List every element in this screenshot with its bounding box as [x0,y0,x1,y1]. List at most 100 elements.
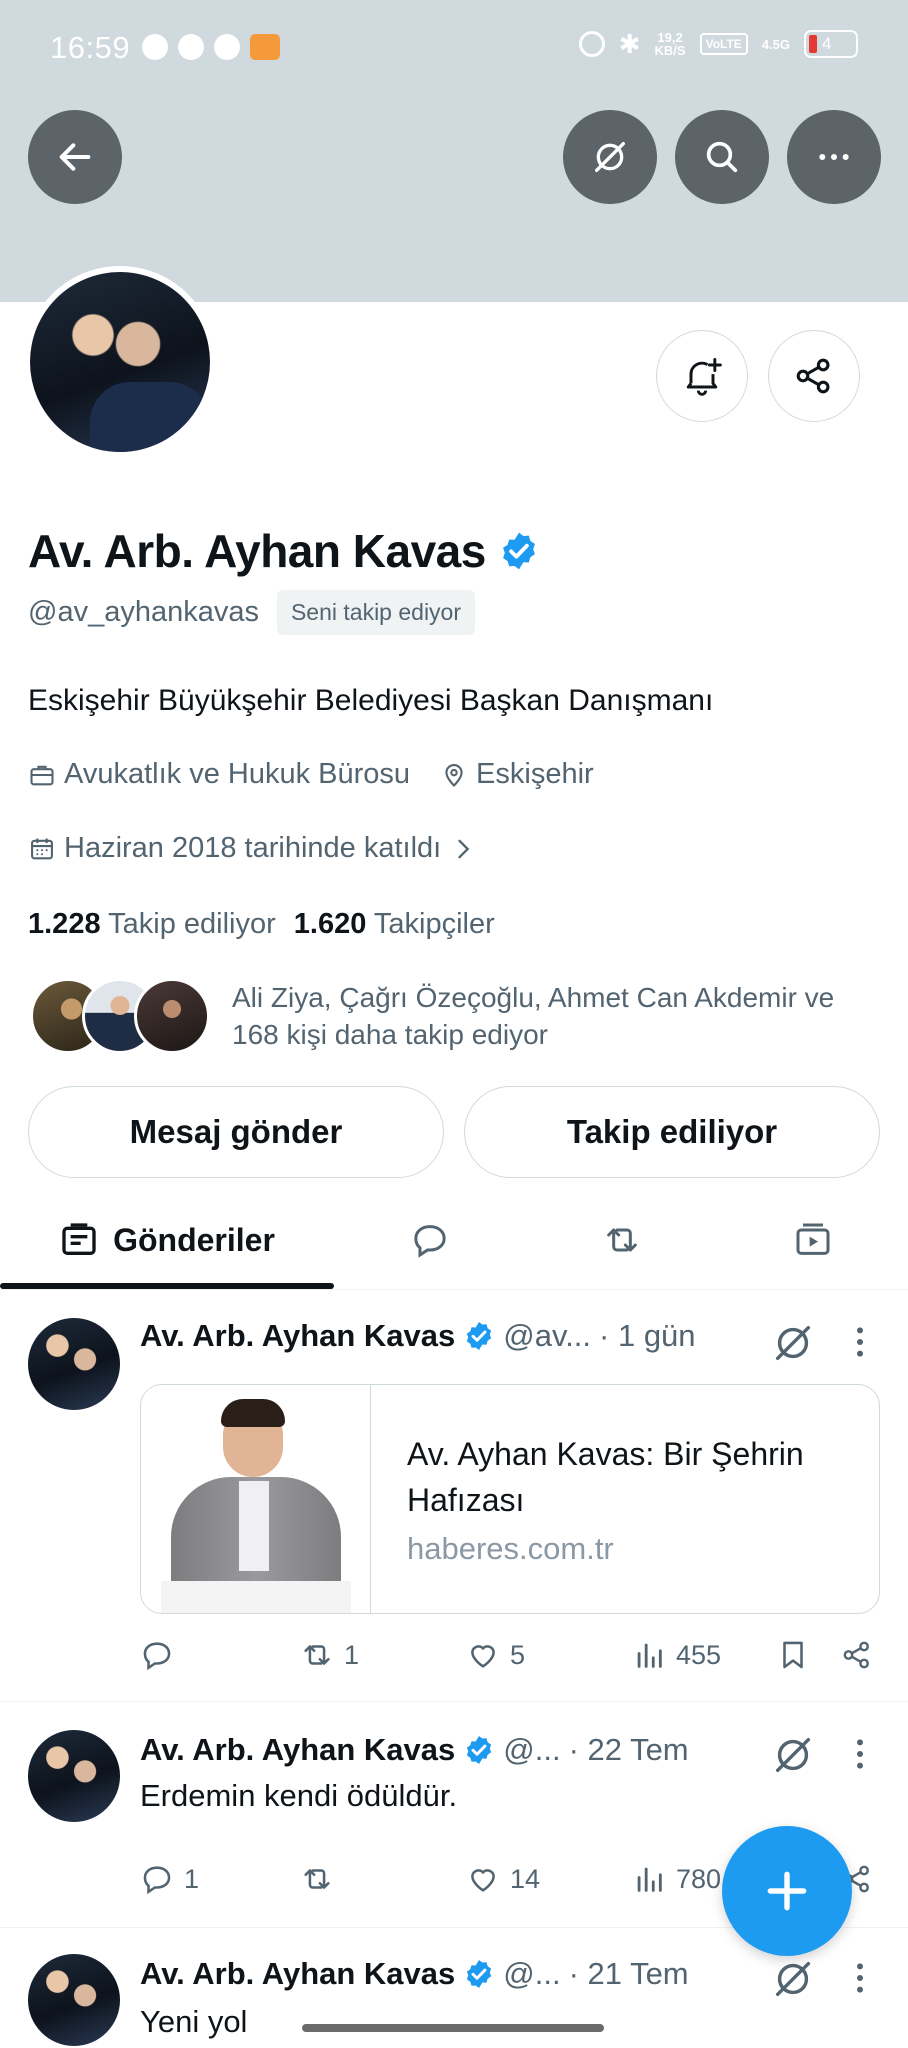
reply-button[interactable]: 1 [140,1862,199,1896]
views-button[interactable]: 455 [632,1638,721,1672]
views-count: 455 [676,1639,722,1670]
plus-icon [767,1871,807,1911]
like-button[interactable]: 5 [466,1638,525,1672]
like-button[interactable]: 14 [466,1862,540,1896]
profile-tabs: Gönderiler [0,1190,908,1290]
post-author-name[interactable]: Av. Arb. Ayhan Kavas [140,1732,455,1768]
bookmark-button[interactable] [776,1638,810,1672]
post-time: · 22 Tem [568,1732,689,1767]
back-button[interactable] [28,110,122,204]
post-more-icon[interactable] [846,1958,874,1998]
category-label: Avukatlık ve Hukuk Bürosu [64,758,411,790]
post-avatar[interactable] [28,1318,120,1410]
views-icon [637,1643,662,1668]
views-icon [637,1867,662,1892]
reply-count: 1 [184,1863,200,1894]
reply-icon [143,1642,171,1671]
speed-unit: KB/S [654,43,686,58]
grok-button[interactable] [563,110,657,204]
verified-badge-icon[interactable] [498,530,540,572]
profile-joined[interactable]: Haziran 2018 tarihinde katıldı [28,832,477,865]
post-header: Av. Arb. Ayhan Kavas @... · 22 Tem [140,1732,689,1768]
alarm-icon [578,31,605,57]
notify-button[interactable] [656,330,748,422]
chat-icon [178,34,204,60]
like-count: 14 [510,1863,541,1894]
grok-icon [595,142,625,172]
reply-button[interactable] [140,1638,184,1672]
repost-icon [304,1869,330,1889]
post-handle: @av... [503,1318,592,1353]
link-title-line: Hafızası [407,1482,525,1518]
link-preview-card[interactable]: Av. Ayhan Kavas: Bir Şehrin Hafızası hab… [140,1384,880,1614]
link-info: Av. Ayhan Kavas: Bir Şehrin Hafızası hab… [371,1385,840,1613]
following-button[interactable]: Takip ediliyor [464,1086,880,1178]
more-button[interactable] [787,110,881,204]
facebook-icon [214,34,240,60]
verified-badge-icon [467,1960,492,1988]
repost-icon [607,1228,637,1252]
post-more-icon[interactable] [846,1322,874,1362]
followers-stat[interactable]: 1.620 Takipçiler [294,908,495,941]
thumbnail-shirt [239,1481,269,1571]
volte-badge: VoLTE [699,33,748,55]
share-profile-button[interactable] [768,330,860,422]
profile-stats: 1.228 Takip ediliyor 1.620 Takipçiler [28,908,495,941]
profile-category: Avukatlık ve Hukuk Bürosu [28,758,410,791]
location-label: Eskişehir [476,758,594,790]
whatsapp-icon [142,34,168,60]
profile-avatar[interactable] [24,266,216,458]
search-button[interactable] [675,110,769,204]
tab-reposts[interactable] [526,1190,718,1290]
battery-icon: 4 [804,30,858,58]
more-icon [819,154,849,160]
grok-icon[interactable] [770,1320,816,1366]
tab-posts[interactable]: Gönderiler [0,1190,334,1290]
known-follower-avatars [30,978,210,1054]
status-bar: 16:59 ✱ 19,2 KB/S VoLTE 4.5G 4 [0,0,908,100]
following-count: 1.228 [28,908,101,940]
joined-label: Haziran 2018 tarihinde katıldı [64,832,442,864]
compose-button[interactable] [722,1826,852,1956]
back-arrow-icon [59,143,91,171]
post-author-name[interactable]: Av. Arb. Ayhan Kavas [140,1318,455,1354]
known-followers-line: 168 kişi daha takip ediyor [232,1019,548,1050]
share-icon [843,1641,869,1669]
heart-icon [471,1645,495,1668]
post-avatar[interactable] [28,1730,120,1822]
views-button[interactable]: 780 [632,1862,721,1896]
known-followers[interactable]: Ali Ziya, Çağrı Özeçoğlu, Ahmet Can Akde… [30,978,892,1054]
post-time: · 1 gün [599,1318,696,1353]
repost-button[interactable] [300,1862,344,1896]
posts-tab-icon [62,1223,96,1255]
post-more-icon[interactable] [846,1734,874,1774]
profile-name-row: Av. Arb. Ayhan Kavas [28,524,540,578]
following-stat[interactable]: 1.228 Takip ediliyor [28,908,276,941]
message-button[interactable]: Mesaj gönder [28,1086,444,1178]
profile-joined-row[interactable]: Haziran 2018 tarihinde katıldı [28,832,477,865]
share-button[interactable] [840,1638,874,1672]
grok-icon[interactable] [770,1732,816,1778]
repost-button[interactable]: 1 [300,1638,359,1672]
views-count: 780 [676,1863,722,1894]
profile-handle: @av_ayhankavas [28,596,259,628]
profile-bio: Eskişehir Büyükşehir Belediyesi Başkan D… [28,684,714,717]
profile-location: Eskişehir [440,758,594,791]
grok-icon[interactable] [770,1956,816,2002]
post-avatar[interactable] [28,1954,120,2046]
bluetooth-icon: ✱ [618,29,641,59]
repost-count: 1 [344,1639,360,1670]
profile-name: Av. Arb. Ayhan Kavas [28,525,486,577]
post-text: Erdemin kendi ödüldür. [140,1778,458,1813]
tab-media[interactable] [718,1190,908,1290]
status-time: 16:59 [50,30,131,65]
post-author-name[interactable]: Av. Arb. Ayhan Kavas [140,1956,455,1992]
following-label: Takip ediliyor [108,908,276,940]
briefcase-icon [30,765,54,785]
media-icon [796,1223,830,1255]
post-header: Av. Arb. Ayhan Kavas @... · 21 Tem [140,1956,689,1992]
home-indicator[interactable] [302,2024,604,2032]
tab-replies[interactable] [334,1190,526,1290]
follows-you-badge: Seni takip ediyor [276,590,476,635]
app-notification-icon [250,34,280,60]
